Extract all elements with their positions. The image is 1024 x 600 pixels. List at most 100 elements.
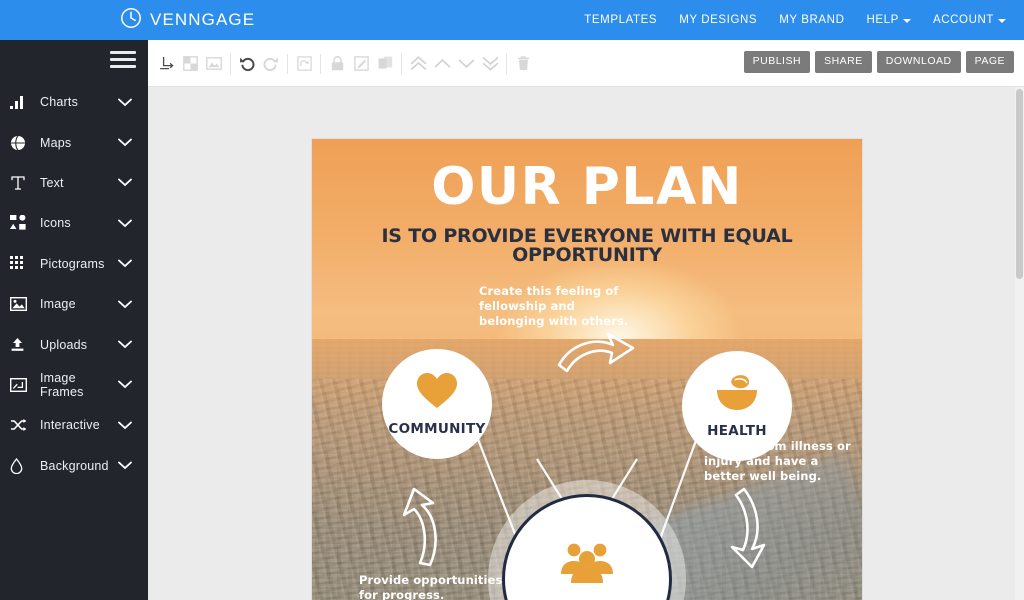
share-button[interactable]: SHARE bbox=[815, 51, 872, 73]
nav-item-my-designs[interactable]: MY DESIGNS bbox=[679, 14, 757, 26]
canvas-viewport[interactable]: OUR PLAN IS TO PROVIDE EVERYONE WITH EQU… bbox=[148, 87, 1024, 600]
toolbar-separator bbox=[320, 53, 321, 74]
globe-icon bbox=[10, 134, 32, 152]
publish-button[interactable]: PUBLISH bbox=[743, 51, 811, 73]
chevron-down-icon[interactable] bbox=[118, 380, 132, 389]
sidebar-item-uploads[interactable]: Uploads bbox=[0, 324, 148, 364]
sidebar-item-image-frames[interactable]: Image Frames bbox=[0, 365, 148, 405]
image-crop-icon[interactable] bbox=[203, 51, 225, 77]
curved-arrow-right-icon bbox=[557, 327, 637, 386]
text-t-icon bbox=[10, 174, 32, 192]
node-health[interactable]: HEALTH bbox=[682, 351, 792, 461]
download-button[interactable]: DOWNLOAD bbox=[876, 51, 961, 73]
toolbar-separator bbox=[287, 53, 288, 74]
toolbar-separator bbox=[401, 53, 402, 74]
sidebar-item-charts[interactable]: Charts bbox=[0, 82, 148, 122]
sidebar-item-icons[interactable]: Icons bbox=[0, 203, 148, 243]
shapes-grid-icon bbox=[10, 214, 32, 232]
chevron-down-icon[interactable] bbox=[118, 138, 132, 147]
nav-label-templates: TEMPLATES bbox=[584, 14, 658, 26]
canvas-heading-block: OUR PLAN IS TO PROVIDE EVERYONE WITH EQU… bbox=[312, 161, 862, 265]
page-subtitle: IS TO PROVIDE EVERYONE WITH EQUAL OPPORT… bbox=[381, 225, 793, 266]
sidebar-label-charts: Charts bbox=[40, 95, 79, 110]
scrollbar-thumb[interactable] bbox=[1016, 89, 1023, 279]
page-button[interactable]: PAGE bbox=[965, 51, 1014, 73]
node-label-community: COMMUNITY bbox=[388, 420, 486, 437]
chevron-down-icon[interactable] bbox=[118, 300, 132, 309]
nav-item-help[interactable]: HELP bbox=[866, 14, 911, 26]
food-bowl-icon bbox=[715, 374, 759, 417]
upload-icon bbox=[10, 336, 32, 354]
brand-logo[interactable]: VENNGAGE bbox=[120, 0, 255, 40]
chevron-down-icon[interactable] bbox=[118, 421, 132, 430]
heart-icon bbox=[416, 372, 458, 415]
page-title: OUR PLAN bbox=[431, 157, 743, 217]
chevron-down-icon[interactable] bbox=[118, 98, 132, 107]
nav-label-account: ACCOUNT bbox=[932, 14, 994, 26]
infographic-canvas[interactable]: OUR PLAN IS TO PROVIDE EVERYONE WITH EQU… bbox=[312, 139, 862, 600]
top-navigation-bar: VENNGAGE TEMPLATES MY DESIGNS MY BRAND H… bbox=[0, 0, 1024, 40]
node-label-support: SUPPORT bbox=[536, 597, 638, 600]
fit-frame-icon[interactable] bbox=[293, 51, 315, 77]
sidebar-item-interactive[interactable]: Interactive bbox=[0, 405, 148, 445]
send-backward-icon[interactable] bbox=[455, 51, 477, 77]
picture-icon bbox=[10, 295, 32, 313]
sidebar-item-text[interactable]: Text bbox=[0, 163, 148, 203]
sidebar-label-background: Background bbox=[40, 458, 109, 473]
sidebar-item-pictograms[interactable]: Pictograms bbox=[0, 244, 148, 284]
edit-icon[interactable] bbox=[350, 51, 372, 77]
mask-shape-icon[interactable] bbox=[179, 51, 201, 77]
chevron-down-icon bbox=[998, 19, 1006, 23]
hamburger-bar bbox=[110, 57, 136, 61]
brand-name: VENNGAGE bbox=[150, 10, 256, 29]
sidebar-item-maps[interactable]: Maps bbox=[0, 122, 148, 162]
sidebar-label-image: Image bbox=[40, 297, 76, 312]
lock-icon[interactable] bbox=[326, 51, 348, 77]
shuffle-icon bbox=[10, 416, 32, 434]
send-to-back-icon[interactable] bbox=[479, 51, 501, 77]
left-sidebar: Charts Maps Text Icons Pictograms Image … bbox=[0, 40, 148, 600]
sidebar-item-background[interactable]: Background bbox=[0, 446, 148, 486]
sidebar-label-icons: Icons bbox=[40, 216, 71, 231]
chevron-down-icon[interactable] bbox=[118, 178, 132, 187]
nav-item-my-brand[interactable]: MY BRAND bbox=[779, 14, 844, 26]
toolbar-tool-group bbox=[154, 40, 535, 87]
community-description[interactable]: Create this feeling of fellowship and be… bbox=[479, 284, 639, 330]
node-label-health: HEALTH bbox=[707, 422, 767, 439]
undo-icon[interactable] bbox=[236, 51, 258, 77]
nav-label-my-designs: MY DESIGNS bbox=[679, 14, 758, 26]
hamburger-menu-icon[interactable] bbox=[110, 48, 136, 70]
chevron-down-icon[interactable] bbox=[118, 340, 132, 349]
chevron-down-icon[interactable] bbox=[118, 259, 132, 268]
canvas-vertical-scrollbar[interactable] bbox=[1015, 87, 1024, 600]
duplicate-icon[interactable] bbox=[374, 51, 396, 77]
sidebar-label-pictograms: Pictograms bbox=[40, 256, 105, 271]
editor-toolbar: PUBLISH SHARE DOWNLOAD PAGE bbox=[148, 40, 1024, 87]
editor-area: PUBLISH SHARE DOWNLOAD PAGE OUR PLAN IS … bbox=[148, 40, 1024, 600]
redo-icon[interactable] bbox=[260, 51, 282, 77]
nav-item-account[interactable]: ACCOUNT bbox=[933, 14, 1006, 26]
delete-trash-icon[interactable] bbox=[512, 51, 534, 77]
dots-grid-icon bbox=[10, 255, 32, 273]
nav-item-templates[interactable]: TEMPLATES bbox=[584, 14, 657, 26]
curved-arrow-up-left-icon bbox=[390, 487, 452, 572]
bring-forward-icon[interactable] bbox=[431, 51, 453, 77]
chevron-down-icon bbox=[902, 19, 911, 23]
node-community[interactable]: COMMUNITY bbox=[382, 349, 492, 459]
chevron-down-icon[interactable] bbox=[118, 219, 132, 228]
toolbar-action-buttons: PUBLISH SHARE DOWNLOAD PAGE bbox=[743, 51, 1014, 73]
bring-to-front-icon[interactable] bbox=[407, 51, 429, 77]
toolbar-separator bbox=[230, 53, 231, 74]
clock-circle-logo-icon bbox=[120, 7, 142, 34]
sidebar-label-interactive: Interactive bbox=[40, 418, 100, 433]
sidebar-menu-list: Charts Maps Text Icons Pictograms Image … bbox=[0, 82, 148, 486]
nav-label-my-brand: MY BRAND bbox=[779, 14, 845, 26]
align-icon[interactable] bbox=[155, 51, 177, 77]
sidebar-label-image-frames: Image Frames bbox=[40, 370, 84, 399]
sidebar-item-image[interactable]: Image bbox=[0, 284, 148, 324]
sidebar-label-uploads: Uploads bbox=[40, 337, 88, 352]
droplet-icon bbox=[10, 457, 32, 475]
hamburger-bar bbox=[110, 64, 136, 68]
progress-description[interactable]: Provide opportunities for progress. bbox=[359, 573, 509, 600]
chevron-down-icon[interactable] bbox=[118, 461, 132, 470]
